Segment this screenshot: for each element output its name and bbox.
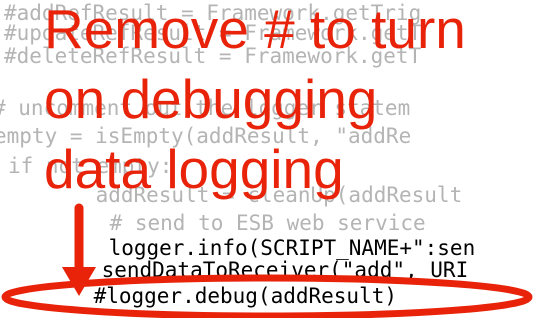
annotation-overlay	[1, 203, 533, 318]
highlight-ellipse	[1, 274, 533, 318]
